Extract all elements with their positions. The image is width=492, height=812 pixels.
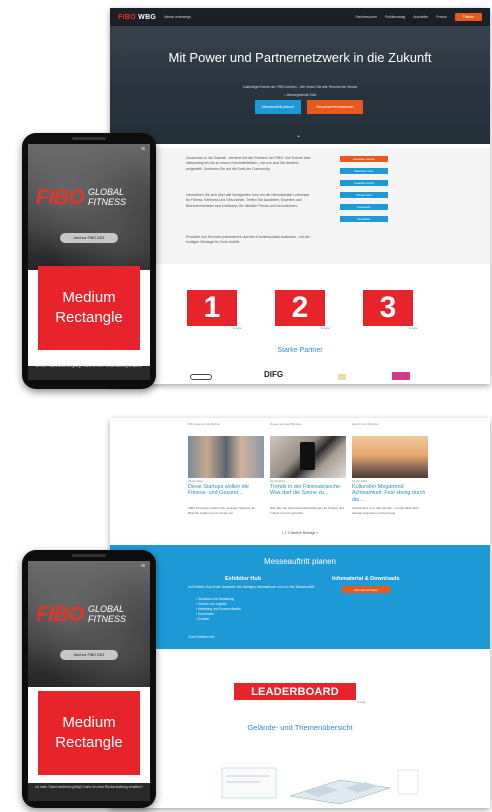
floor-plan-map[interactable] [220,766,420,806]
card-topline: Mit Lucas auf die Bühne [188,422,221,426]
card-title[interactable]: Diese Startups wollen die Fitness- und G… [188,484,264,497]
top-navigation: FIBO WBG Messe unterwegs Fachbesucher Pu… [110,8,490,26]
ticket-faq-text[interactable]: Ist mein Ticket weiterhin gültig? Kann i… [32,785,146,790]
partners-title: Starke Partner [277,347,323,354]
menu-icon[interactable]: ≡ [141,146,147,153]
side-button[interactable]: Aussteller werden [340,156,388,162]
intro-paragraph: Produkte und Services präsentieren und d… [186,235,310,245]
global-fitness-wordmark: GLOBAL FITNESS [88,604,127,624]
partner-logo[interactable] [338,374,346,380]
news-image-stones[interactable] [352,436,428,478]
tickets-button[interactable]: Tickets [454,13,482,21]
card-title[interactable]: Trends in der Fitnessbranche: Was darf d… [270,484,346,497]
phone-speaker [72,137,106,140]
location-pin-icon: ● [283,93,286,97]
card-topline: Events und Termine [352,422,379,426]
exhibitor-hub-link[interactable]: Zum Exhibitor Hub [188,635,308,640]
hero-title: Mit Power und Partnernetzwerk in die Zuk… [168,50,432,65]
downloads-button[interactable]: Infomaterial laden [342,586,390,593]
ad-banner-1[interactable]: 1 [187,290,237,326]
hall-legend [397,769,419,795]
fibo-logo[interactable]: FIBO [36,603,85,627]
nav-item[interactable]: Fachbesucher [355,15,377,19]
desktop-screenshot-top: FIBO WBG Messe unterwegs Fachbesucher Pu… [110,8,490,384]
visitor-info-button[interactable]: Besucherinformationen [307,100,363,114]
desktop-screenshot-bottom: Mit Lucas auf die Bühne Neues aus der Br… [110,418,490,808]
card-date: 21.04.2021 [270,479,286,483]
card-date: 28.04.2021 [188,479,204,483]
plan-booth-button[interactable]: Messeauftritt planen [255,100,301,114]
intro-paragraph: Zusammen in die Zukunft - vernetzt mit d… [186,156,311,171]
exhibitor-hub-title: Exhibitor Hub [225,576,262,582]
intro-paragraph: Informieren Sie sich über alle Neuigkeit… [186,193,310,208]
downloads-title: Infomaterial & Downloads [332,576,400,582]
partner-logo[interactable] [190,374,212,380]
card-excerpt: FIBO Innovation Award: Die neuesten Star… [188,506,256,515]
plan-section-title: Messeauftritt planen [263,557,337,566]
side-button[interactable]: Aussteller FAQs [340,180,388,186]
card-date: 14.04.2021 [352,479,368,483]
menu-icon[interactable]: ≡ [141,563,147,570]
ad-tag: anzeige [409,327,418,330]
fibo-logo[interactable]: FIBO [36,186,85,210]
fibo-2021-button[interactable]: Jetzt zur FIBO 2021 [60,233,118,243]
side-button[interactable]: Presse Infos [340,192,388,198]
chevron-down-icon[interactable]: ⌄ [296,132,301,139]
ad-tag: anzeige [233,327,242,330]
leaderboard-ad[interactable]: LEADERBOARD [234,683,356,700]
hero-subtitle: Zukünftige Events der FIBO erleben - hie… [242,85,358,89]
medium-rectangle-ad[interactable]: Medium Rectangle [38,266,140,350]
phone-screen: ≡ FIBO GLOBAL FITNESS Jetzt zur FIBO 202… [28,144,150,380]
page-content: Zusammen in die Zukunft - vernetzt mit d… [110,144,490,384]
exhibitor-hub-text: Im Exhibitor Hub finden Aussteller alle … [188,585,316,589]
card-title[interactable]: Kultureller Megatrend Achtsamkeit: Fest … [352,484,428,503]
side-button[interactable]: Newsletter [340,216,388,222]
side-button[interactable]: Besucher Infos [340,168,388,174]
phone-mockup-bottom: ≡ FIBO GLOBAL FITNESS Jetzt zur FIBO 202… [22,550,156,808]
news-image-startups[interactable] [188,436,264,478]
exhibitor-hub-list: • Standbau und Gestaltung • Service und … [196,597,316,622]
pagination[interactable]: 1 2 3 Weitere Beiträge » [110,531,490,535]
hero-location: ● Messegelände Köln [283,93,317,97]
partner-logo[interactable]: DIFG [264,370,283,379]
side-button[interactable]: Livestream [340,204,388,210]
nav-left-link[interactable]: Messe unterwegs [164,15,191,19]
partner-logo[interactable] [392,372,410,380]
phone-speaker [72,554,106,557]
phone-screen: ≡ FIBO GLOBAL FITNESS Jetzt zur FIBO 202… [28,561,150,801]
ad-tag: anzeige [321,327,330,330]
list-item: • Kontakt [196,617,209,621]
nav-item[interactable]: Presse [436,15,447,19]
ticket-faq-text[interactable]: Ist mein Ticket weiterhin gültig? Kann i… [32,364,146,369]
hero-section: FIBO WBG Messe unterwegs Fachbesucher Pu… [110,8,490,144]
plan-booth-section: Messeauftritt planen Exhibitor Hub Im Ex… [110,545,490,649]
nav-item[interactable]: Aussteller [413,15,428,19]
ad-tag: anzeige [357,701,366,704]
card-excerpt: Das Jahr hat spannende Entwicklungen für… [270,506,344,515]
card-excerpt: Achtsamkeit ist in aller Munde - ein Übe… [352,506,419,515]
phone-mockup-top: ≡ FIBO GLOBAL FITNESS Jetzt zur FIBO 202… [22,133,156,389]
floor-plan-legend [221,767,277,799]
medium-rectangle-ad[interactable]: Medium Rectangle [38,691,140,775]
ad-banner-3[interactable]: 3 [363,290,413,326]
fibo-2021-button[interactable]: Jetzt zur FIBO 2021 [60,650,118,660]
ad-banner-2[interactable]: 2 [275,290,325,326]
overview-title: Gelände- und Themenübersicht [247,723,353,732]
intro-section: Zusammen in die Zukunft - vernetzt mit d… [146,148,490,264]
news-image-smartphone[interactable] [270,436,346,478]
global-fitness-wordmark: GLOBAL FITNESS [88,187,127,207]
card-topline: Neues aus der Branche [270,422,302,426]
site-logo[interactable]: FIBO WBG [118,14,156,21]
smartphone-illustration [300,442,315,470]
nav-item[interactable]: Publikumstag [385,15,405,19]
